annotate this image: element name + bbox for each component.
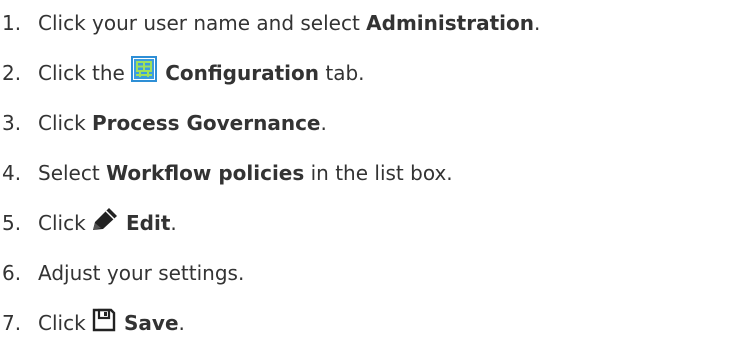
- edit-pencil-icon: [92, 207, 118, 231]
- step-number: 4.: [2, 161, 22, 185]
- ui-term-save: Save: [124, 311, 179, 335]
- step-3: 3. Click Process Governance .: [0, 103, 327, 143]
- step-text: Click: [38, 111, 93, 135]
- step-number: 7.: [2, 311, 22, 335]
- step-6: 6. Adjust your settings.: [0, 253, 244, 293]
- step-text-end: .: [320, 111, 327, 135]
- step-text-end: .: [533, 11, 541, 35]
- step-number: 5.: [2, 211, 22, 235]
- step-text: Click the: [38, 61, 132, 85]
- configuration-icon: [131, 56, 158, 82]
- ui-term-process-governance: Process Governance: [92, 111, 321, 135]
- ui-term-edit: Edit: [126, 211, 171, 235]
- step-2: 2. Click the Configuration tab.: [0, 53, 365, 93]
- step-text: Adjust your settings.: [38, 261, 245, 285]
- instruction-steps: 1. Click your user name and select Admin…: [0, 0, 736, 355]
- step-1: 1. Click your user name and select Admin…: [0, 3, 540, 43]
- step-text-end: .: [178, 311, 185, 335]
- step-text: Click your user name and select: [38, 11, 367, 35]
- step-text: Click: [38, 211, 93, 235]
- step-7: 7. Click Save .: [0, 303, 185, 343]
- step-5: 5. Click Edit .: [0, 203, 177, 243]
- step-number: 3.: [2, 111, 22, 135]
- step-text: Select: [38, 161, 107, 185]
- step-number: 2.: [2, 61, 22, 85]
- ui-term-configuration: Configuration: [165, 61, 319, 85]
- ui-term-administration: Administration: [366, 11, 534, 35]
- save-floppy-icon: [92, 308, 116, 332]
- step-number: 1.: [2, 11, 22, 35]
- step-text-end: in the list box.: [304, 161, 453, 185]
- step-4: 4. Select Workflow policies in the list …: [0, 153, 453, 193]
- step-number: 6.: [2, 261, 22, 285]
- ui-term-workflow-policies: Workflow policies: [106, 161, 305, 185]
- step-text: Click: [38, 311, 93, 335]
- step-text-end: .: [170, 211, 177, 235]
- step-text-end: tab.: [319, 61, 365, 85]
